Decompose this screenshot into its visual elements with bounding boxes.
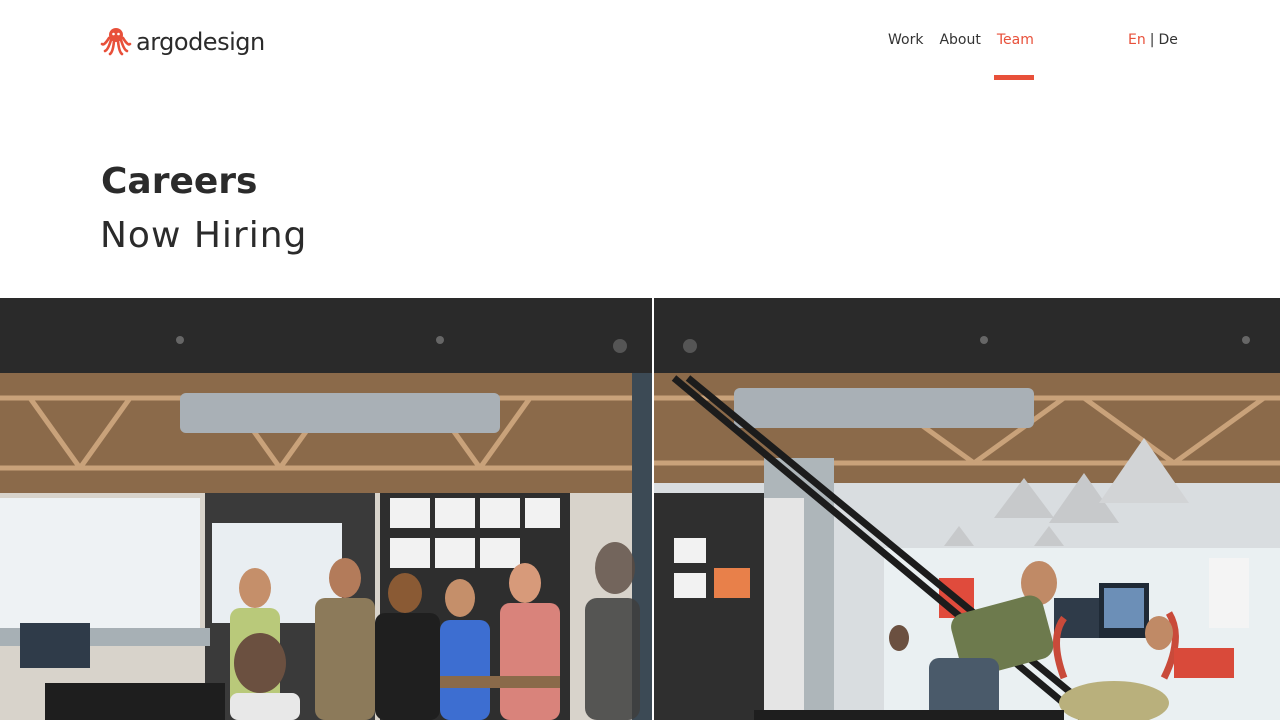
lang-separator: |	[1149, 32, 1155, 48]
lang-de-link[interactable]: De	[1156, 30, 1179, 50]
logo-text: argodesign	[136, 28, 265, 56]
page-title: Careers	[101, 161, 258, 202]
language-switcher: En | De	[1126, 30, 1180, 50]
office-team-photo	[0, 298, 652, 720]
octopus-logo-icon	[100, 24, 132, 60]
nav-item-work[interactable]: Work	[884, 28, 927, 52]
main-nav: Work About Team	[880, 28, 1042, 52]
active-nav-indicator	[994, 75, 1034, 80]
site-header: argodesign Work About Team En | De	[0, 0, 1280, 80]
nav-item-team[interactable]: Team	[993, 28, 1038, 52]
page-subtitle: Now Hiring	[100, 215, 308, 256]
office-workspace-photo	[654, 298, 1280, 720]
logo-link[interactable]: argodesign	[100, 24, 265, 60]
lang-en-link[interactable]: En	[1126, 30, 1148, 50]
nav-item-about[interactable]: About	[935, 28, 984, 52]
